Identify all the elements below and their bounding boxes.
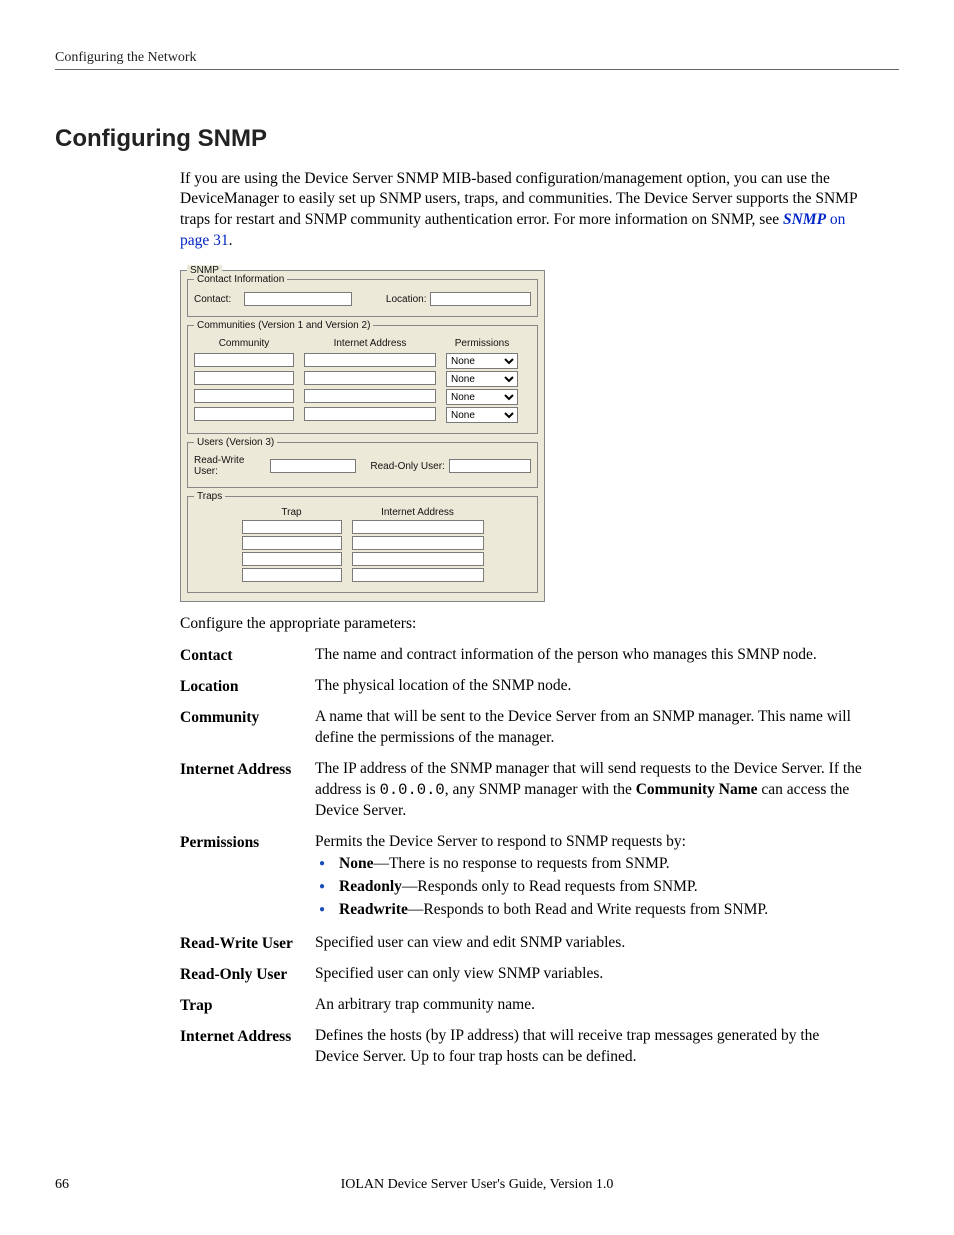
inet-bold: Community Name <box>636 781 758 798</box>
perm-readwrite-rest: —Responds to both Read and Write request… <box>408 901 768 918</box>
snmp-dialog: SNMP Contact Information Contact: Locati… <box>180 270 545 602</box>
trap-input-4[interactable] <box>242 568 342 582</box>
def-rw-user: Specified user can view and edit SNMP va… <box>315 933 864 954</box>
community-inet-input-2[interactable] <box>304 371 436 385</box>
perm-readonly-bold: Readonly <box>339 878 402 895</box>
community-input-3[interactable] <box>194 389 294 403</box>
param-rw-user: Read-Write User Specified user can view … <box>180 933 864 954</box>
community-inet-input-4[interactable] <box>304 407 436 421</box>
def-internet-address: The IP address of the SNMP manager that … <box>315 759 864 822</box>
term-trap-inet: Internet Address <box>180 1026 315 1046</box>
def-trap-inet: Defines the hosts (by IP address) that w… <box>315 1026 864 1068</box>
term-contact: Contact <box>180 645 315 665</box>
def-contact: The name and contract information of the… <box>315 645 864 666</box>
perm-none-rest: —There is no response to requests from S… <box>373 855 669 872</box>
community-input-2[interactable] <box>194 371 294 385</box>
params-list: Contact The name and contract informatio… <box>180 645 864 1068</box>
community-row-4: None <box>194 407 531 423</box>
location-label: Location: <box>370 294 430 305</box>
def-trap: An arbitrary trap community name. <box>315 995 864 1016</box>
running-header: Configuring the Network <box>55 50 899 70</box>
ro-user-label: Read-Only User: <box>368 461 448 472</box>
trap-inet-input-4[interactable] <box>352 568 484 582</box>
rw-user-input[interactable] <box>270 459 356 473</box>
def-community: A name that will be sent to the Device S… <box>315 707 864 749</box>
col-trap: Trap <box>242 507 342 518</box>
communities-fieldset: Communities (Version 1 and Version 2) Co… <box>187 325 538 434</box>
param-trap-inet: Internet Address Defines the hosts (by I… <box>180 1026 864 1068</box>
community-perm-select-2[interactable]: None <box>446 371 518 387</box>
traps-legend: Traps <box>194 491 225 502</box>
contact-input[interactable] <box>244 292 352 306</box>
perm-readwrite-bold: Readwrite <box>339 901 408 918</box>
term-trap: Trap <box>180 995 315 1015</box>
page-footer: 66 IOLAN Device Server User's Guide, Ver… <box>55 1177 899 1193</box>
intro-text: If you are using the Device Server SNMP … <box>180 170 857 229</box>
rw-user-label: Read-Write User: <box>194 455 270 477</box>
ro-user-input[interactable] <box>449 459 531 473</box>
trap-input-3[interactable] <box>242 552 342 566</box>
param-permissions: Permissions Permits the Device Server to… <box>180 832 864 924</box>
col-internet-address: Internet Address <box>304 338 436 349</box>
users-legend: Users (Version 3) <box>194 437 277 448</box>
location-input[interactable] <box>430 292 531 306</box>
def-permissions: Permits the Device Server to respond to … <box>315 832 864 924</box>
contact-label: Contact: <box>194 294 244 305</box>
param-location: Location The physical location of the SN… <box>180 676 864 697</box>
trap-input-2[interactable] <box>242 536 342 550</box>
contact-info-legend: Contact Information <box>194 274 287 285</box>
manual-title: IOLAN Device Server User's Guide, Versio… <box>55 1177 899 1193</box>
perm-item-readonly: Readonly—Responds only to Read requests … <box>315 877 864 898</box>
trap-input-1[interactable] <box>242 520 342 534</box>
def-ro-user: Specified user can only view SNMP variab… <box>315 964 864 985</box>
perm-item-readwrite: Readwrite—Responds to both Read and Writ… <box>315 900 864 921</box>
param-community: Community A name that will be sent to th… <box>180 707 864 749</box>
page-title: Configuring SNMP <box>55 125 899 153</box>
community-row-1: None <box>194 353 531 369</box>
inet-addr: 0.0.0.0 <box>380 781 445 799</box>
community-perm-select-3[interactable]: None <box>446 389 518 405</box>
perm-lead: Permits the Device Server to respond to … <box>315 833 686 850</box>
param-contact: Contact The name and contract informatio… <box>180 645 864 666</box>
perm-item-none: None—There is no response to requests fr… <box>315 854 864 875</box>
term-internet-address: Internet Address <box>180 759 315 779</box>
perm-none-bold: None <box>339 855 373 872</box>
community-row-2: None <box>194 371 531 387</box>
param-trap: Trap An arbitrary trap community name. <box>180 995 864 1016</box>
param-internet-address: Internet Address The IP address of the S… <box>180 759 864 822</box>
trap-inet-input-3[interactable] <box>352 552 484 566</box>
community-perm-select-4[interactable]: None <box>446 407 518 423</box>
communities-legend: Communities (Version 1 and Version 2) <box>194 320 373 331</box>
term-permissions: Permissions <box>180 832 315 852</box>
traps-fieldset: Traps Trap Internet Address <box>187 496 538 593</box>
def-location: The physical location of the SNMP node. <box>315 676 864 697</box>
params-intro: Configure the appropriate parameters: <box>180 614 864 635</box>
perm-readonly-rest: —Responds only to Read requests from SNM… <box>402 878 698 895</box>
term-ro-user: Read-Only User <box>180 964 315 984</box>
community-perm-select-1[interactable]: None <box>446 353 518 369</box>
col-community: Community <box>194 338 294 349</box>
intro-tail: . <box>229 232 233 249</box>
trap-inet-input-2[interactable] <box>352 536 484 550</box>
term-rw-user: Read-Write User <box>180 933 315 953</box>
intro-paragraph: If you are using the Device Server SNMP … <box>180 169 864 253</box>
xref-text: SNMP <box>783 211 826 228</box>
term-location: Location <box>180 676 315 696</box>
users-fieldset: Users (Version 3) Read-Write User: Read-… <box>187 442 538 488</box>
param-ro-user: Read-Only User Specified user can only v… <box>180 964 864 985</box>
trap-inet-input-1[interactable] <box>352 520 484 534</box>
community-input-4[interactable] <box>194 407 294 421</box>
inet-mid: , any SNMP manager with the <box>445 781 636 798</box>
community-inet-input-1[interactable] <box>304 353 436 367</box>
term-community: Community <box>180 707 315 727</box>
contact-info-fieldset: Contact Information Contact: Location: <box>187 279 538 317</box>
col-trap-inet: Internet Address <box>352 507 484 518</box>
community-inet-input-3[interactable] <box>304 389 436 403</box>
community-input-1[interactable] <box>194 353 294 367</box>
community-row-3: None <box>194 389 531 405</box>
snmp-fieldset: SNMP Contact Information Contact: Locati… <box>180 270 545 602</box>
col-permissions: Permissions <box>446 338 518 349</box>
